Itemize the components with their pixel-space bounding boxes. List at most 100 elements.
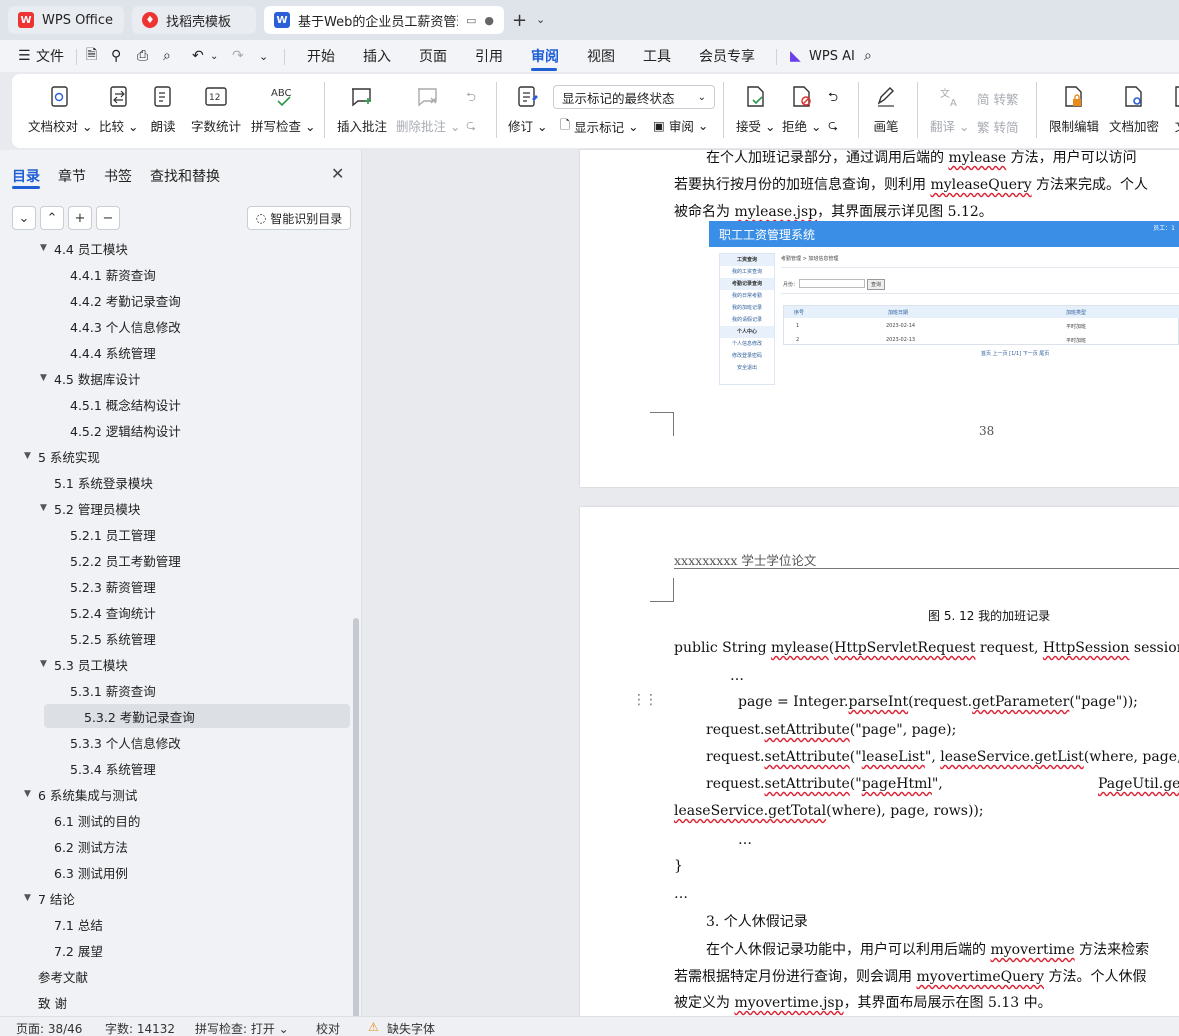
tab-wps-office[interactable]: W WPS Office [8, 6, 124, 34]
remove-heading-button[interactable]: − [96, 206, 120, 230]
tab-sections[interactable]: 章节 [58, 166, 86, 186]
toc-item[interactable]: 4.4.4 系统管理 [56, 340, 156, 364]
caret-down-icon[interactable]: ▼ [24, 451, 38, 461]
toc-item[interactable]: ▼ 5.3 员工模块 [40, 652, 128, 676]
menu-reference[interactable]: 引用 [475, 40, 503, 72]
caret-down-icon[interactable]: ▼ [24, 893, 38, 903]
share-icon[interactable]: ⚲ [111, 40, 121, 72]
toc-item[interactable]: ▼ 7 结论 [24, 886, 75, 910]
print-icon[interactable]: ⎙ [137, 40, 148, 72]
close-icon[interactable]: ✕ [331, 164, 344, 183]
toc-item[interactable]: 5.2.4 查询统计 [56, 600, 156, 624]
read-aloud-button[interactable]: 朗读 [150, 84, 176, 135]
toc-item[interactable]: 5.1 系统登录模块 [40, 470, 153, 494]
caret-down-icon[interactable]: ▼ [40, 373, 54, 383]
to-traditional-button[interactable]: 简 转繁 [977, 89, 1018, 108]
caret-down-icon[interactable]: ▼ [40, 659, 54, 669]
toc-item[interactable]: 4.5.2 逻辑结构设计 [56, 418, 181, 442]
toc-item[interactable]: 6.1 测试的目的 [40, 808, 140, 832]
markup-mode-select[interactable]: 显示标记的最终状态 ⌄ [553, 85, 715, 109]
tab-document[interactable]: W 基于Web的企业员工薪资管理 ▭ ● [264, 6, 504, 34]
delete-comment-button[interactable]: 删除批注 ⌄ [396, 84, 460, 135]
chevron-down-icon[interactable]: ⌄ [259, 40, 268, 72]
status-missing-font[interactable]: 缺失字体 [387, 1020, 435, 1036]
toc-item[interactable]: 7.2 展望 [40, 938, 103, 962]
tab-docer[interactable]: ♦ 找稻壳模板 [132, 6, 256, 34]
undo-icon[interactable]: ↶ [192, 40, 204, 72]
redo-icon[interactable]: ↷ [232, 40, 244, 72]
new-tab-plus-icon[interactable]: + [512, 10, 527, 31]
show-markup-button[interactable]: 🗋 显示标记 ⌄ [560, 116, 639, 137]
toc-item[interactable]: 5.3.3 个人信息修改 [56, 730, 181, 754]
menu-file[interactable]: 文件 [36, 40, 64, 72]
prev-change-icon[interactable]: ⮌ [828, 88, 838, 109]
status-page[interactable]: 页面: 38/46 [16, 1020, 82, 1036]
toc-item[interactable]: 6.3 测试用例 [40, 860, 128, 884]
undo-dropdown-icon[interactable]: ⌄ [210, 40, 218, 72]
toc-item[interactable]: 4.4.2 考勤记录查询 [56, 288, 181, 312]
next-comment-icon[interactable]: ⮎ [466, 116, 476, 137]
review-pane-button[interactable]: ▣ 审阅 ⌄ [653, 116, 708, 135]
spell-check-button[interactable]: ABC 拼写检查 ⌄ [251, 84, 315, 135]
restrict-edit-button[interactable]: 限制编辑 [1049, 84, 1099, 135]
toc-item[interactable]: 4.4.3 个人信息修改 [56, 314, 181, 338]
menu-tools[interactable]: 工具 [643, 40, 671, 72]
search-icon[interactable]: ⌕ [864, 40, 872, 72]
tab-bookmarks[interactable]: 书签 [104, 166, 132, 186]
toc-scrollbar[interactable] [353, 618, 359, 1018]
wps-ai-icon[interactable]: ◣ [790, 40, 801, 72]
toc-item[interactable]: ▼ 4.4 员工模块 [40, 242, 128, 260]
status-word-count[interactable]: 字数: 14132 [105, 1020, 175, 1036]
compare-button[interactable]: 比较 ⌄ [99, 84, 138, 135]
menu-view[interactable]: 视图 [587, 40, 615, 72]
prev-comment-icon[interactable]: ⮌ [466, 88, 476, 109]
more-ribbon-button[interactable]: 文 [1168, 84, 1179, 135]
toc-item[interactable]: 4.4.1 薪资查询 [56, 262, 156, 286]
toc-item[interactable]: ▼ 5 系统实现 [24, 444, 100, 468]
ink-button[interactable]: 画笔 [873, 84, 899, 135]
add-heading-button[interactable]: + [68, 206, 92, 230]
menu-start[interactable]: 开始 [307, 40, 335, 72]
track-changes-button[interactable]: 修订 ⌄ [508, 84, 547, 135]
accept-button[interactable]: 接受 ⌄ [736, 84, 775, 135]
to-simplified-button[interactable]: 繁 转简 [977, 117, 1018, 136]
unsaved-dot-icon[interactable]: ● [484, 14, 494, 27]
toc-item[interactable]: 4.5.1 概念结构设计 [56, 392, 181, 416]
toc-item[interactable]: 5.2.2 员工考勤管理 [56, 548, 181, 572]
tab-toc[interactable]: 目录 [12, 166, 40, 186]
insert-comment-button[interactable]: 插入批注 [337, 84, 387, 135]
print-preview-icon[interactable]: ⌕ [163, 40, 171, 72]
doc-check-button[interactable]: 文档校对 ⌄ [28, 84, 92, 135]
menu-wps-ai[interactable]: WPS AI [809, 40, 855, 72]
save-icon[interactable]: 🗎 [86, 40, 97, 72]
caret-down-icon[interactable]: ▼ [40, 503, 54, 513]
word-count-button[interactable]: 12 字数统计 [191, 84, 241, 135]
toc-item[interactable]: 5.2.5 系统管理 [56, 626, 156, 650]
tab-find-replace[interactable]: 查找和替换 [150, 166, 220, 186]
expand-up-button[interactable]: ⌃ [40, 206, 64, 230]
toc-item[interactable]: 致 谢 [24, 990, 67, 1014]
reject-button[interactable]: 拒绝 ⌄ [782, 84, 821, 135]
toc-item[interactable]: 7.1 总结 [40, 912, 103, 936]
toc-item[interactable]: 5.3.1 薪资查询 [56, 678, 156, 702]
toc-item[interactable]: ▼ 5.2 管理员模块 [40, 496, 140, 520]
toc-item[interactable]: 5.2.3 薪资管理 [56, 574, 156, 598]
caret-down-icon[interactable]: ▼ [24, 789, 38, 799]
hamburger-icon[interactable]: ☰ [18, 40, 31, 72]
menu-page[interactable]: 页面 [419, 40, 447, 72]
status-spell-check[interactable]: 拼写检查: 打开 ⌄ [195, 1020, 289, 1036]
caret-down-icon[interactable]: ▼ [40, 243, 54, 253]
toc-item[interactable]: 参考文献 [24, 964, 88, 988]
monitor-icon[interactable]: ▭ [466, 14, 476, 27]
next-change-icon[interactable]: ⮎ [828, 116, 838, 137]
toc-item[interactable]: 5.3.2 考勤记录查询 [44, 704, 350, 728]
translate-button[interactable]: 文A 翻译 ⌄ [930, 84, 969, 135]
status-proof[interactable]: 校对 [316, 1020, 340, 1036]
drag-handle-icon[interactable]: ⋮⋮ [632, 692, 658, 708]
chevron-down-icon[interactable]: ⌄ [536, 13, 545, 26]
toc-item[interactable]: ▼ 6 系统集成与测试 [24, 782, 137, 806]
menu-insert[interactable]: 插入 [363, 40, 391, 72]
menu-member[interactable]: 会员专享 [699, 40, 755, 72]
smart-toc-button[interactable]: ◌ 智能识别目录 [247, 206, 351, 230]
toc-item[interactable]: 5.3.4 系统管理 [56, 756, 156, 780]
